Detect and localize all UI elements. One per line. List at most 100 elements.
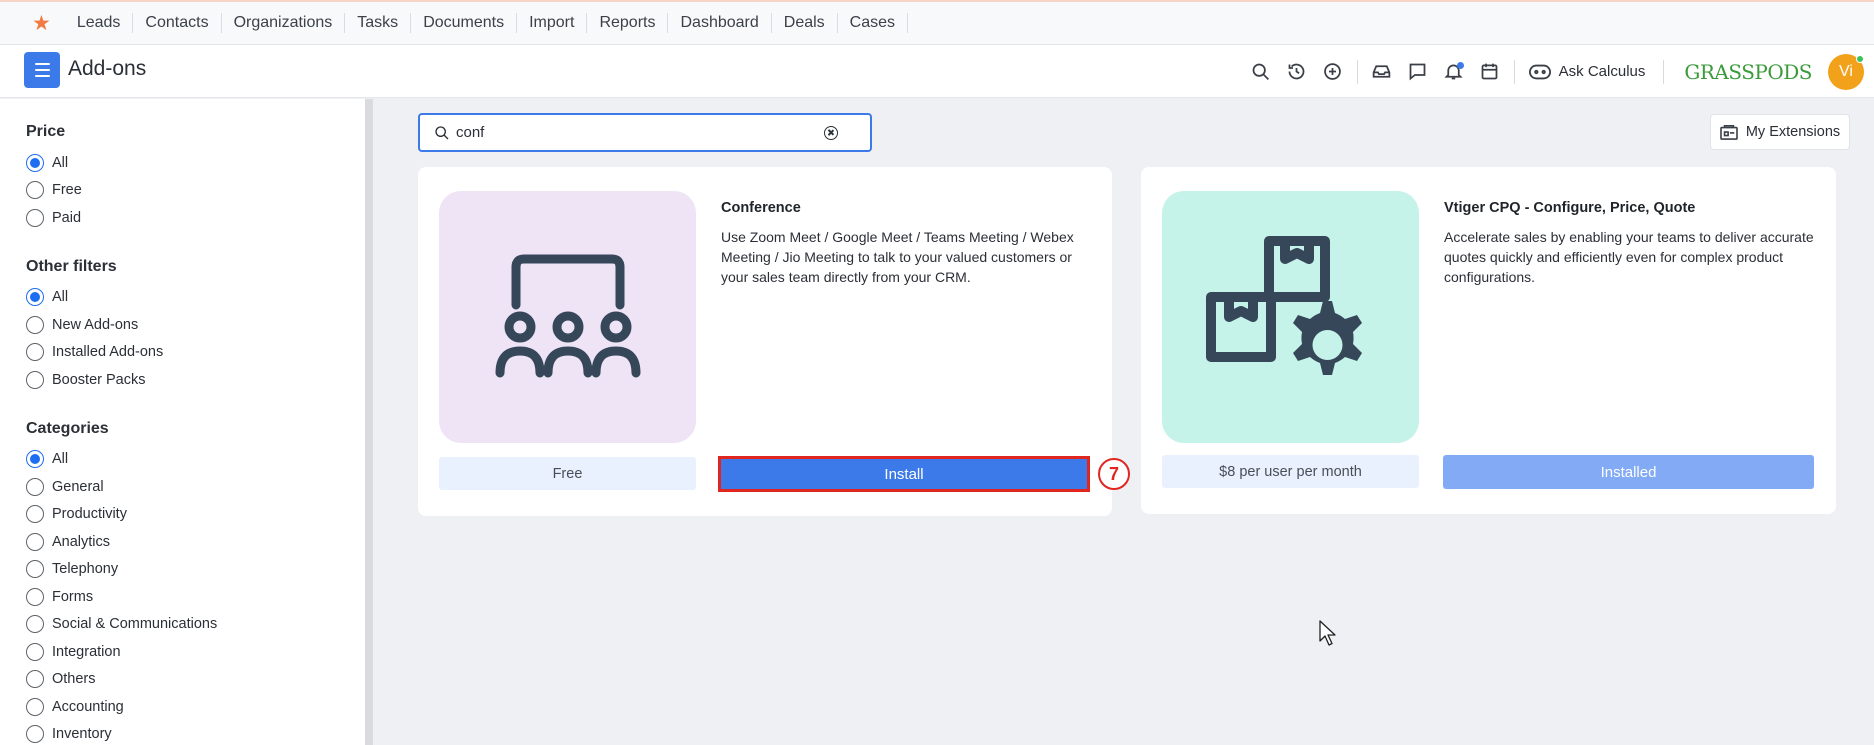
filter-option-label: Productivity: [52, 506, 127, 523]
top-navigation: ★ Leads Contacts Organizations Tasks Doc…: [0, 0, 1874, 45]
page-title: Add-ons: [68, 57, 147, 80]
price-filter-option[interactable]: Free: [26, 177, 365, 205]
hamburger-menu-button[interactable]: [24, 52, 60, 88]
category-filter-option[interactable]: Accounting: [26, 693, 365, 721]
radio-button[interactable]: [26, 532, 44, 551]
ask-calculus-button[interactable]: Ask Calculus: [1521, 63, 1658, 80]
radio-button[interactable]: [26, 153, 44, 172]
other-filters-title: Other filters: [26, 257, 117, 275]
my-extensions-button[interactable]: My Extensions: [1710, 114, 1850, 150]
radio-button[interactable]: [26, 477, 44, 496]
radio-button[interactable]: [26, 670, 44, 689]
other-filter-option[interactable]: Installed Add-ons: [26, 339, 365, 367]
other-filter-option[interactable]: Booster Packs: [26, 366, 365, 394]
radio-button[interactable]: [26, 288, 44, 307]
notification-dot: [1456, 61, 1464, 69]
category-filter-option[interactable]: Inventory: [26, 721, 365, 745]
category-filter-option[interactable]: Telephony: [26, 556, 365, 584]
radio-button[interactable]: [26, 587, 44, 606]
filter-option-label: Booster Packs: [52, 371, 146, 388]
radio-button[interactable]: [26, 450, 44, 469]
addon-price: Free: [439, 457, 696, 490]
user-avatar[interactable]: Vi: [1828, 53, 1864, 90]
price-filter-title: Price: [26, 123, 66, 140]
filter-option-label: Installed Add-ons: [52, 344, 164, 361]
nav-deals[interactable]: Deals: [772, 13, 838, 33]
radio-button[interactable]: [26, 615, 44, 634]
nav-documents[interactable]: Documents: [411, 13, 518, 33]
addon-description: Accelerate sales by enabling your teams …: [1444, 229, 1814, 285]
conference-thumbnail: [439, 191, 696, 443]
category-filter-option[interactable]: Forms: [26, 583, 365, 611]
filter-option-label: Paid: [52, 209, 82, 226]
radio-button[interactable]: [26, 697, 44, 716]
radio-button[interactable]: [26, 208, 44, 227]
ai-assistant-icon: [1528, 64, 1551, 79]
nav-leads[interactable]: Leads: [65, 13, 134, 33]
chat-icon[interactable]: [1400, 54, 1436, 90]
filter-option-label: All: [52, 154, 69, 171]
company-logo: GRASSPODS: [1684, 59, 1812, 84]
other-filter-option[interactable]: All: [26, 284, 365, 312]
add-circle-icon[interactable]: [1315, 54, 1351, 90]
calendar-icon[interactable]: [1472, 54, 1508, 90]
category-filter-option[interactable]: Productivity: [26, 501, 365, 529]
inbox-icon[interactable]: [1364, 54, 1400, 90]
filter-option-label: All: [52, 451, 69, 468]
radio-button[interactable]: [26, 181, 44, 200]
conference-icon: [495, 254, 640, 378]
price-filter-option[interactable]: Paid: [26, 204, 365, 232]
radio-button[interactable]: [26, 315, 44, 334]
price-filter-option[interactable]: All: [26, 149, 365, 177]
install-button[interactable]: Install: [718, 456, 1090, 492]
nav-reports[interactable]: Reports: [587, 13, 669, 33]
page-header: Add-ons Ask Calculus GRASSPODS Vi: [0, 45, 1874, 98]
category-filter-option[interactable]: All: [26, 446, 365, 474]
nav-dashboard[interactable]: Dashboard: [668, 13, 772, 33]
online-status-dot: [1856, 54, 1864, 63]
cpq-thumbnail: [1162, 191, 1419, 443]
radio-button[interactable]: [26, 560, 44, 579]
header-divider: [1513, 59, 1515, 84]
category-filter-option[interactable]: Analytics: [26, 528, 365, 556]
nav-import[interactable]: Import: [517, 13, 588, 33]
nav-cases[interactable]: Cases: [838, 13, 909, 33]
radio-button[interactable]: [26, 725, 44, 744]
filter-option-label: Integration: [52, 643, 121, 660]
filter-option-label: Free: [52, 182, 82, 199]
filter-option-label: Telephony: [52, 561, 119, 578]
addon-card-vtiger-cpq: Vtiger CPQ - Configure, Price, Quote Acc…: [1141, 167, 1836, 514]
category-filter-option[interactable]: Others: [26, 666, 365, 694]
other-filter-options: All New Add-ons Installed Add-ons Booster P…: [26, 284, 365, 394]
search-input[interactable]: conf: [456, 124, 824, 141]
filter-sidebar: Price All Free Paid Other filters All New A…: [0, 99, 373, 745]
addon-card-conference: Conference Use Zoom Meet / Google Meet /…: [418, 167, 1112, 516]
addon-description: Use Zoom Meet / Google Meet / Teams Meet…: [721, 229, 1074, 285]
nav-contacts[interactable]: Contacts: [133, 13, 222, 33]
filter-option-label: Social & Communications: [52, 616, 218, 633]
category-filter-option[interactable]: Integration: [26, 638, 365, 666]
notification-bell-icon[interactable]: [1436, 54, 1472, 90]
other-filter-option[interactable]: New Add-ons: [26, 311, 365, 339]
category-filter-option[interactable]: Social & Communications: [26, 611, 365, 639]
clear-search-icon[interactable]: [824, 125, 838, 140]
categories-filter-title: Categories: [26, 419, 109, 437]
favorites-star-icon[interactable]: ★: [32, 13, 51, 34]
filter-option-label: Others: [52, 671, 96, 688]
category-filter-option[interactable]: General: [26, 473, 365, 501]
filter-option-label: Accounting: [52, 698, 124, 715]
boxes-gear-icon: [1205, 236, 1362, 375]
header-divider: [1356, 59, 1358, 84]
extensions-store-icon: [1720, 124, 1738, 140]
price-filter-options: All Free Paid: [26, 149, 365, 232]
nav-organizations[interactable]: Organizations: [222, 13, 346, 33]
addon-title: Vtiger CPQ - Configure, Price, Quote: [1444, 200, 1696, 216]
addon-search-box[interactable]: conf: [418, 113, 872, 152]
nav-tasks[interactable]: Tasks: [345, 13, 412, 33]
radio-button[interactable]: [26, 370, 44, 389]
radio-button[interactable]: [26, 343, 44, 362]
radio-button[interactable]: [26, 505, 44, 524]
radio-button[interactable]: [26, 642, 44, 661]
history-icon[interactable]: [1279, 54, 1315, 90]
search-icon[interactable]: [1243, 54, 1279, 90]
